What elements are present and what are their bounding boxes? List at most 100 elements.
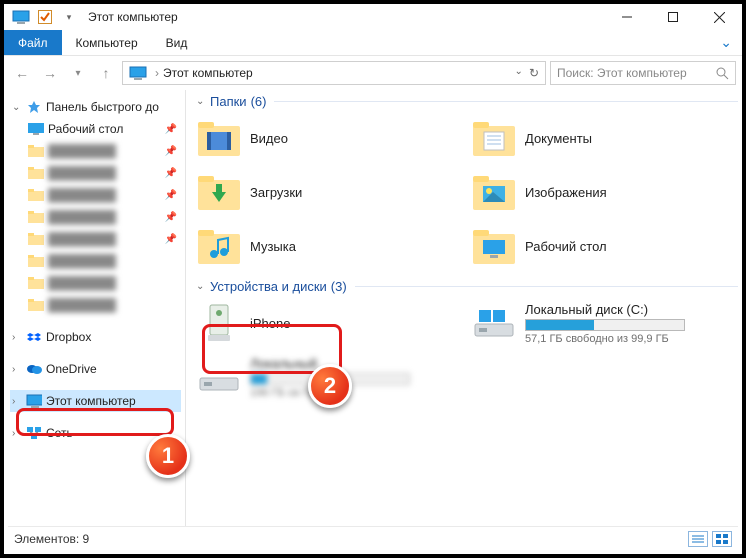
- folder-label: Документы: [525, 131, 592, 146]
- folder-pictures[interactable]: Изображения: [471, 169, 738, 215]
- tree-desktop[interactable]: Рабочий стол 📌: [10, 118, 181, 140]
- maximize-button[interactable]: [650, 4, 696, 30]
- view-tiles-button[interactable]: [712, 531, 732, 547]
- search-input[interactable]: Поиск: Этот компьютер: [550, 61, 736, 85]
- tree-label: Панель быстрого до: [46, 100, 159, 114]
- folder-icon: [28, 275, 44, 291]
- qat-checkbox-icon[interactable]: [34, 6, 56, 28]
- pc-icon: [26, 393, 42, 409]
- pin-icon: 📌: [165, 124, 177, 135]
- chevron-right-icon[interactable]: ›: [12, 364, 22, 375]
- tree-pinned-item[interactable]: ████████: [10, 294, 181, 316]
- folder-icon: [28, 209, 44, 225]
- tree-pinned-item[interactable]: ████████📌: [10, 184, 181, 206]
- folder-icon: [28, 143, 44, 159]
- status-item-count: Элементов: 9: [14, 532, 89, 546]
- pin-icon: 📌: [165, 212, 177, 223]
- folder-icon: [28, 253, 44, 269]
- nav-recent-button[interactable]: ▾: [66, 61, 90, 85]
- folder-icon: [28, 231, 44, 247]
- address-dropdown-icon[interactable]: ⌄: [515, 66, 523, 80]
- pc-icon: [129, 66, 147, 80]
- nav-row: ← → ▾ ↑ › Этот компьютер ⌄ ↻ Поиск: Этот…: [4, 56, 742, 90]
- breadcrumb[interactable]: Этот компьютер: [163, 66, 253, 80]
- folder-icon: [28, 187, 44, 203]
- pin-icon: 📌: [165, 234, 177, 245]
- nav-back-button[interactable]: ←: [10, 61, 34, 85]
- tree-pinned-item[interactable]: ████████📌: [10, 206, 181, 228]
- chevron-down-icon[interactable]: ⌄: [12, 102, 22, 113]
- folder-icon: [198, 117, 240, 159]
- folder-icon: [473, 225, 515, 267]
- tree-pinned-item[interactable]: ████████📌: [10, 140, 181, 162]
- tree-pinned-item[interactable]: ████████: [10, 272, 181, 294]
- drive-label: Локальный: [250, 356, 410, 371]
- drive-icon: [198, 356, 240, 398]
- tree-pinned-item[interactable]: ████████: [10, 250, 181, 272]
- search-icon: [716, 67, 729, 80]
- tree-pinned-item[interactable]: ████████📌: [10, 228, 181, 250]
- device-label: iPhone: [250, 316, 290, 331]
- drive-icon: [473, 302, 515, 344]
- desktop-icon: [28, 121, 44, 137]
- folder-documents[interactable]: Документы: [471, 115, 738, 161]
- star-icon: [26, 99, 42, 115]
- folder-label: Изображения: [525, 185, 607, 200]
- pin-icon: 📌: [165, 146, 177, 157]
- group-count: (3): [331, 279, 347, 294]
- device-c-drive[interactable]: Локальный диск (C:) 57,1 ГБ свободно из …: [471, 300, 738, 346]
- folder-icon: [28, 165, 44, 181]
- network-icon: [26, 425, 42, 441]
- chevron-right-icon[interactable]: ›: [12, 332, 22, 343]
- status-bar: Элементов: 9: [8, 526, 738, 550]
- folder-label: Рабочий стол: [525, 239, 607, 254]
- drive-sublabel: 196 ГБ св ГБ: [250, 387, 410, 399]
- chevron-down-icon: ⌄: [196, 96, 210, 107]
- refresh-button[interactable]: ↻: [529, 66, 539, 80]
- group-label: Папки: [210, 94, 247, 109]
- tab-view[interactable]: Вид: [152, 30, 202, 55]
- folder-icon: [198, 171, 240, 213]
- tree-this-pc[interactable]: › Этот компьютер: [10, 390, 181, 412]
- window-title: Этот компьютер: [88, 10, 178, 24]
- tree-label: Этот компьютер: [46, 394, 136, 408]
- nav-up-button[interactable]: ↑: [94, 61, 118, 85]
- nav-tree: ⌄ Панель быстрого до Рабочий стол 📌 ████…: [4, 90, 186, 530]
- tree-dropbox[interactable]: › Dropbox: [10, 326, 181, 348]
- search-placeholder: Поиск: Этот компьютер: [557, 66, 687, 80]
- tree-onedrive[interactable]: › OneDrive: [10, 358, 181, 380]
- breadcrumb-sep-icon: ›: [155, 66, 159, 80]
- qat-dropdown-icon[interactable]: ▾: [58, 6, 80, 28]
- chevron-right-icon[interactable]: ›: [12, 428, 22, 439]
- group-header-devices[interactable]: ⌄ Устройства и диски (3): [196, 279, 738, 294]
- nav-forward-button[interactable]: →: [38, 61, 62, 85]
- view-details-button[interactable]: [688, 531, 708, 547]
- onedrive-icon: [26, 361, 42, 377]
- folder-label: Музыка: [250, 239, 296, 254]
- folder-music[interactable]: Музыка: [196, 223, 463, 269]
- tab-file[interactable]: Файл: [4, 30, 62, 55]
- folder-video[interactable]: Видео: [196, 115, 463, 161]
- group-label: Устройства и диски: [210, 279, 327, 294]
- device-iphone[interactable]: iPhone: [196, 300, 463, 346]
- folder-desktop[interactable]: Рабочий стол: [471, 223, 738, 269]
- tree-pinned-item[interactable]: ████████📌: [10, 162, 181, 184]
- tab-computer[interactable]: Компьютер: [62, 30, 152, 55]
- tree-label: OneDrive: [46, 362, 97, 376]
- folder-icon: [28, 297, 44, 313]
- close-button[interactable]: [696, 4, 742, 30]
- drive-sublabel: 57,1 ГБ свободно из 99,9 ГБ: [525, 333, 685, 345]
- folder-icon: [473, 171, 515, 213]
- device-other-drive[interactable]: Локальный 196 ГБ св ГБ: [196, 354, 463, 400]
- ribbon-expand-icon[interactable]: ⌄: [720, 30, 742, 55]
- drive-label: Локальный диск (C:): [525, 302, 685, 317]
- minimize-button[interactable]: [604, 4, 650, 30]
- folder-downloads[interactable]: Загрузки: [196, 169, 463, 215]
- tree-network[interactable]: › Сеть: [10, 422, 181, 444]
- address-bar[interactable]: › Этот компьютер ⌄ ↻: [122, 61, 546, 85]
- chevron-right-icon[interactable]: ›: [12, 396, 22, 407]
- tree-quick-access[interactable]: ⌄ Панель быстрого до: [10, 96, 181, 118]
- ribbon: Файл Компьютер Вид ⌄: [4, 30, 742, 56]
- group-header-folders[interactable]: ⌄ Папки (6): [196, 94, 738, 109]
- folder-icon: [198, 225, 240, 267]
